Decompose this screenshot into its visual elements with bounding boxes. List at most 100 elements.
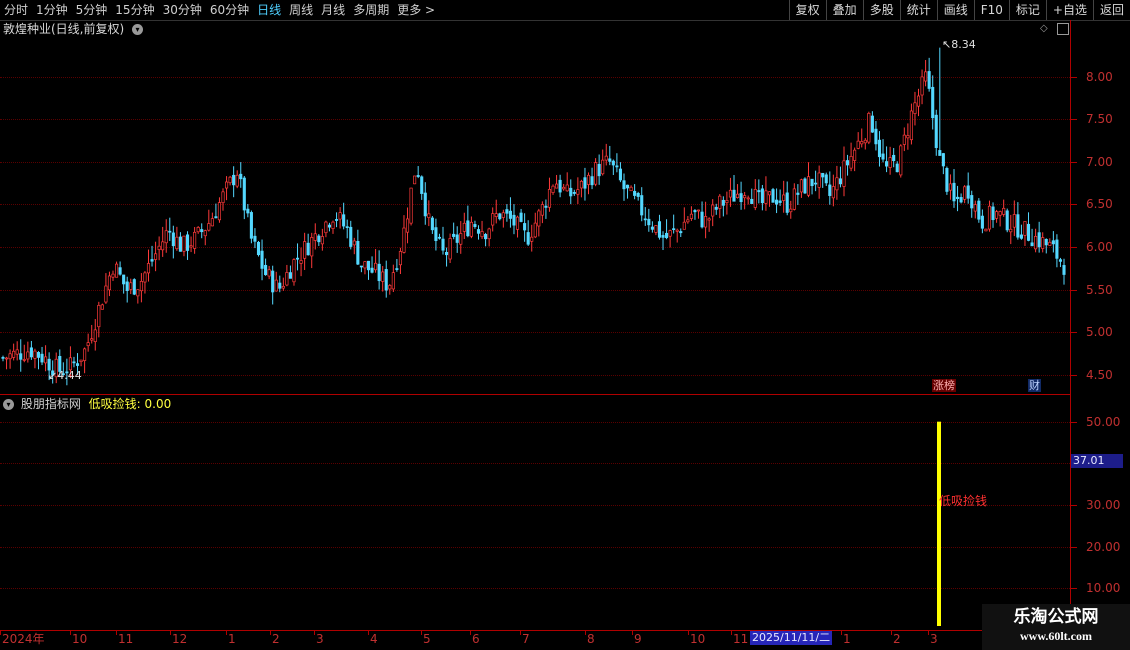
candle-body [335,219,339,221]
candle-body [1051,240,1055,245]
candle-body [1041,237,1045,249]
candle-body [853,149,857,161]
candle-body [189,245,193,248]
candle-body [217,202,222,221]
limit-up-badge[interactable]: 涨榜 [932,379,956,392]
candle-body [36,352,41,358]
candle-body [118,267,122,275]
candle-body [775,199,779,205]
candle-body [657,221,662,238]
candle-body [579,180,583,189]
candle-body [161,241,165,251]
candle-body [714,206,718,210]
candle-body [704,216,708,228]
candle-body [835,177,839,191]
candle-body [945,167,949,192]
candle-body [959,197,963,203]
candle-body [565,184,569,192]
candle-body [107,275,112,291]
current-value-tag: 37.01 [1071,454,1123,468]
candle-body [888,157,892,168]
candle-body [462,222,466,232]
candle-body [757,190,761,193]
candle-body [271,270,275,293]
candle-body [476,229,481,234]
candle-body [870,115,874,133]
candle-body [374,262,378,271]
candle-body [640,195,644,216]
candle-body [636,192,640,197]
candle-body [810,178,814,187]
candle-body [501,212,505,218]
candle-body [363,261,367,269]
candle-body [987,205,992,230]
candle-body [555,183,559,189]
candle-body [242,177,246,211]
candle-body [1026,223,1031,241]
candle-body [970,195,974,209]
candle-body [796,192,800,195]
candle-body [533,222,537,238]
candle-body [789,208,793,213]
candle-body [75,363,80,366]
candle-body [643,218,647,221]
candle-body [413,175,417,185]
candle-body [668,230,672,237]
candle-body [303,241,307,259]
candle-body [168,230,172,233]
candle-body [246,208,250,214]
candle-body [1005,210,1009,231]
candle-body [973,204,977,212]
candle-body [232,174,236,186]
candle-body [455,234,459,243]
candle-body [306,242,310,256]
candle-body [1048,241,1052,246]
candle-body [15,349,19,355]
finance-badge[interactable]: 财 [1028,379,1041,392]
candle-body [771,189,775,203]
candle-body [391,272,395,290]
candle-body [171,232,175,247]
candle-body [995,211,999,219]
watermark-line2: www.60lt.com [1020,629,1092,643]
candle-body [40,353,44,363]
candle-body [384,269,388,291]
candle-body [984,228,988,232]
candle-body [604,155,608,161]
candle-body [941,153,945,167]
candle-body [508,210,512,219]
candle-body [345,226,349,228]
candle-body [260,250,264,269]
candle-body [185,234,190,251]
candle-body [601,159,605,175]
candle-body [625,184,630,189]
candle-body [927,71,931,89]
candle-body [207,223,211,231]
candle-body [831,186,835,199]
candle-body [267,269,271,277]
candle-body [143,272,147,283]
candle-body [547,189,552,208]
candle-body [157,245,161,250]
candle-body [388,285,392,290]
candle-body [402,227,406,253]
candle-body [33,350,37,359]
candle-body [83,348,87,361]
candle-body [594,162,598,185]
candle-body [352,240,356,246]
candle-body [459,233,463,245]
candle-body [505,209,509,214]
candle-body [540,204,544,216]
candle-body [225,181,229,189]
candle-body [537,210,541,227]
candle-body [963,186,967,200]
candle-body [136,289,140,297]
candle-body [146,263,151,274]
candle-body [182,235,186,252]
candle-body [576,189,580,195]
candle-body [611,160,615,166]
candles [1,47,1066,386]
kline-svg [1,47,1066,626]
candle-body [817,172,821,188]
candle-body [924,71,928,82]
